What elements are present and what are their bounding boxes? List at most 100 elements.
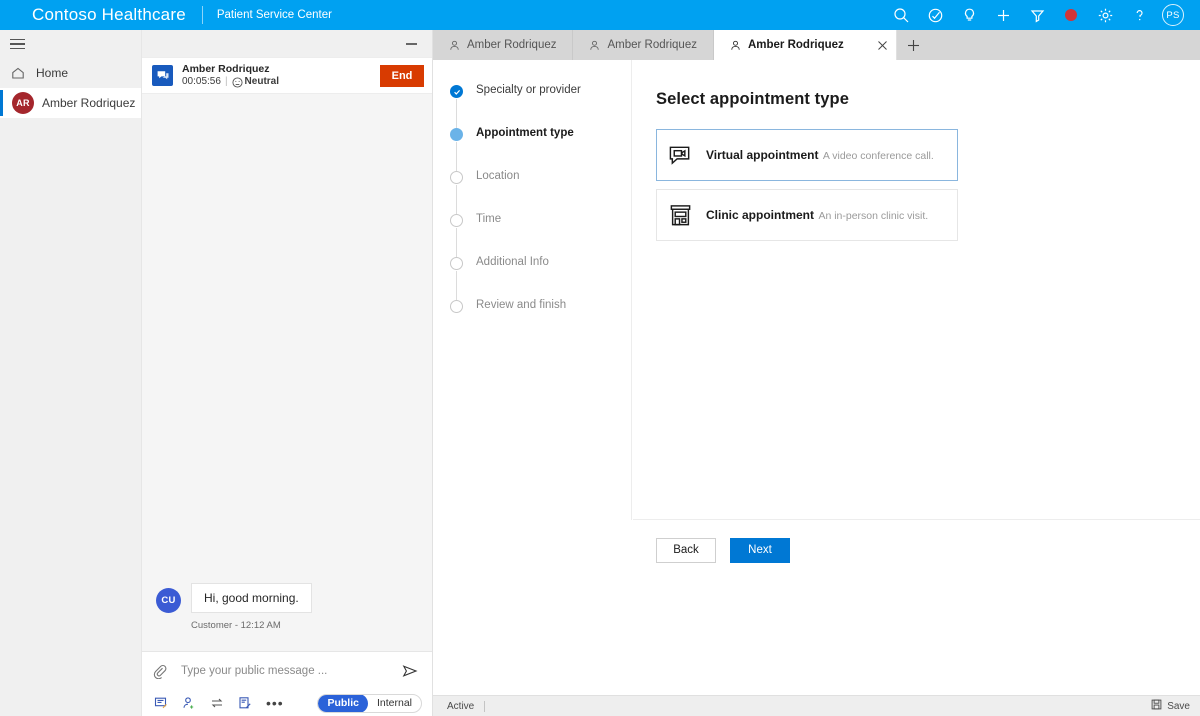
brand-bar: Contoso Healthcare Patient Service Cente…	[0, 0, 1200, 30]
sidebar-item-home[interactable]: Home	[0, 58, 141, 88]
sentiment-badge: Neutral	[232, 76, 279, 88]
conversation-meta: Amber Rodriquez 00:05:56 | Neutral	[182, 63, 279, 88]
brand-title: Contoso Healthcare	[32, 5, 186, 24]
gear-icon[interactable]	[1088, 0, 1122, 30]
tab-label: Amber Rodriquez	[747, 39, 844, 51]
step-label: Time	[476, 213, 502, 225]
attachment-icon[interactable]	[152, 664, 172, 679]
save-button[interactable]: Save	[1151, 697, 1190, 715]
tab-strip: Amber Rodriquez Amber Rodriquez Amber Ro…	[433, 30, 1200, 60]
help-icon[interactable]	[1122, 0, 1156, 30]
note-icon[interactable]	[238, 696, 252, 710]
visibility-toggle[interactable]: Public Internal	[317, 693, 422, 713]
search-icon[interactable]	[884, 0, 918, 30]
person-icon	[449, 40, 460, 51]
send-icon[interactable]	[400, 663, 420, 679]
toggle-option-public[interactable]: Public	[318, 694, 368, 712]
filter-icon[interactable]	[1020, 0, 1054, 30]
hamburger-menu-icon[interactable]	[0, 30, 141, 58]
step-specialty-or-provider[interactable]: Specialty or provider	[433, 84, 631, 128]
sidebar-item-amber-rodriquez[interactable]: AR Amber Rodriquez	[0, 88, 141, 118]
option-virtual-appointment[interactable]: Virtual appointment A video conference c…	[656, 129, 958, 181]
add-agent-icon[interactable]	[182, 696, 196, 710]
message-composer: ••• Public Internal	[142, 651, 432, 716]
step-status-icon	[450, 128, 463, 141]
close-icon[interactable]	[877, 40, 888, 51]
sentiment-label: Neutral	[244, 76, 279, 88]
sidebar-item-label: Home	[36, 66, 69, 80]
appointment-type-options: Virtual appointment A video conference c…	[633, 109, 1200, 241]
step-review-and-finish[interactable]: Review and finish	[433, 299, 631, 342]
tab-session-2[interactable]: Amber Rodriquez	[573, 30, 714, 60]
brand-subtitle: Patient Service Center	[216, 9, 332, 21]
save-icon	[1151, 697, 1162, 715]
neutral-face-icon	[232, 76, 243, 88]
step-appointment-type[interactable]: Appointment type	[433, 127, 631, 171]
more-options-icon[interactable]: •••	[266, 696, 284, 710]
conversation-status: 00:05:56 | Neutral	[182, 76, 279, 88]
tab-session-1[interactable]: Amber Rodriquez	[433, 30, 574, 60]
step-label: Appointment type	[476, 127, 574, 139]
chat-icon	[152, 65, 173, 86]
avatar: AR	[12, 92, 34, 114]
step-label: Review and finish	[476, 299, 567, 311]
message-input[interactable]	[172, 665, 400, 677]
save-label: Save	[1167, 700, 1190, 712]
wizard-content: Select appointment type Virtual appointm…	[633, 60, 1200, 520]
minimize-icon[interactable]	[400, 35, 422, 53]
add-icon[interactable]	[986, 0, 1020, 30]
status-bar: Active Save	[433, 695, 1200, 716]
option-title: Clinic appointment	[706, 208, 814, 222]
conversation-panel: Amber Rodriquez 00:05:56 | Neutral End C…	[142, 30, 433, 716]
person-icon	[589, 40, 600, 51]
back-button[interactable]: Back	[656, 537, 716, 563]
next-button[interactable]: Next	[730, 537, 790, 563]
step-additional-info[interactable]: Additional Info	[433, 256, 631, 300]
step-location[interactable]: Location	[433, 170, 631, 214]
quick-reply-icon[interactable]	[154, 696, 168, 710]
clinic-building-icon	[668, 203, 698, 228]
tab-session-3[interactable]: Amber Rodriquez	[713, 30, 897, 60]
wizard-actions: Back Next	[633, 520, 1200, 580]
lightbulb-icon[interactable]	[952, 0, 986, 30]
meta-divider: |	[224, 76, 228, 88]
record-icon[interactable]	[1054, 0, 1088, 30]
option-title: Virtual appointment	[706, 148, 819, 162]
user-avatar[interactable]: PS	[1162, 4, 1184, 26]
work-area: Amber Rodriquez Amber Rodriquez Amber Ro…	[433, 30, 1200, 716]
home-icon	[11, 66, 29, 80]
message-content: Hi, good morning. Customer - 12:12 AM	[191, 583, 312, 631]
wizard-stepper: Specialty or provider Appointment type L…	[433, 60, 632, 520]
conversation-timer: 00:05:56	[182, 76, 221, 88]
conversation-transcript: CU Hi, good morning. Customer - 12:12 AM	[142, 94, 432, 651]
option-text: Clinic appointment An in-person clinic v…	[706, 205, 928, 225]
step-label: Additional Info	[476, 256, 549, 268]
tab-label: Amber Rodriquez	[607, 39, 697, 51]
page-title: Select appointment type	[656, 90, 850, 108]
person-icon	[730, 40, 741, 51]
video-chat-icon	[668, 143, 698, 168]
step-status-icon	[450, 85, 463, 98]
transfer-icon[interactable]	[210, 696, 224, 710]
toggle-option-internal[interactable]: Internal	[368, 695, 421, 712]
step-status-icon	[450, 300, 463, 313]
chat-message: CU Hi, good morning. Customer - 12:12 AM	[156, 583, 312, 631]
avatar: CU	[156, 588, 181, 613]
assistant-icon[interactable]	[918, 0, 952, 30]
sidebar: Home AR Amber Rodriquez	[0, 30, 142, 716]
message-meta: Customer - 12:12 AM	[191, 620, 281, 631]
step-label: Location	[476, 170, 520, 182]
option-clinic-appointment[interactable]: Clinic appointment An in-person clinic v…	[656, 189, 958, 241]
app-root: Contoso Healthcare Patient Service Cente…	[0, 0, 1200, 716]
conversation-panel-topbar	[142, 30, 432, 58]
step-status-icon	[450, 214, 463, 227]
message-bubble: Hi, good morning.	[191, 583, 312, 613]
add-tab-icon[interactable]	[897, 30, 931, 60]
brand-actions: PS	[884, 0, 1200, 30]
option-description: A video conference call.	[822, 150, 934, 162]
step-status-icon	[450, 171, 463, 184]
option-description: An in-person clinic visit.	[818, 210, 929, 222]
end-conversation-button[interactable]: End	[380, 64, 424, 87]
step-time[interactable]: Time	[433, 213, 631, 257]
composer-toolbar: ••• Public Internal	[142, 690, 432, 716]
